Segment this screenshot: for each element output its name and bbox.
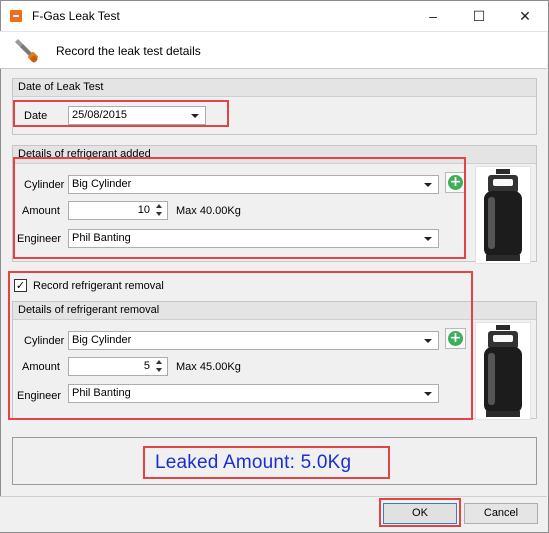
- chevron-down-icon[interactable]: [424, 339, 432, 343]
- spinner-arrows-icon[interactable]: [155, 359, 165, 374]
- added-amount-label: Amount: [22, 205, 60, 217]
- chevron-down-icon[interactable]: [424, 392, 432, 396]
- removal-amount-spinner[interactable]: 5: [68, 357, 168, 376]
- removal-amount-value: 5: [143, 360, 150, 372]
- date-picker[interactable]: 25/08/2015: [68, 106, 206, 125]
- added-cylinder-label: Cylinder: [24, 179, 65, 191]
- added-amount-spinner[interactable]: 10: [68, 201, 168, 220]
- removal-engineer-value: Phil Banting: [72, 387, 131, 399]
- maximize-button[interactable]: ☐: [456, 1, 502, 31]
- title-bar[interactable]: F-Gas Leak Test – ☐ ✕: [1, 1, 548, 31]
- chevron-down-icon[interactable]: [424, 237, 432, 241]
- gas-cylinder-icon: [475, 166, 531, 264]
- record-removal-label[interactable]: Record refrigerant removal: [33, 280, 164, 292]
- close-button[interactable]: ✕: [502, 1, 548, 31]
- app-icon: [10, 10, 22, 22]
- minimize-button[interactable]: –: [410, 1, 456, 31]
- ok-button[interactable]: OK: [383, 503, 457, 524]
- added-group-title: Details of refrigerant added: [13, 146, 536, 164]
- wrench-icon: [15, 39, 38, 63]
- header-text: Record the leak test details: [56, 44, 201, 58]
- plus-circle-icon: +: [448, 174, 463, 190]
- removal-amount-label: Amount: [22, 361, 60, 373]
- gas-cylinder-icon: [475, 322, 531, 420]
- date-label: Date: [24, 110, 48, 122]
- removal-max-text: Max 45.00Kg: [176, 361, 241, 373]
- cancel-button[interactable]: Cancel: [464, 503, 538, 524]
- removal-cylinder-select[interactable]: Big Cylinder: [68, 331, 439, 350]
- added-engineer-label: Engineer: [17, 233, 62, 245]
- leaked-amount-text: Leaked Amount: 5.0Kg: [155, 452, 352, 473]
- removal-group-title: Details of refrigerant removal: [13, 302, 536, 320]
- add-removal-cylinder-button[interactable]: +: [445, 328, 466, 349]
- plus-circle-icon: +: [448, 330, 463, 346]
- removal-engineer-select[interactable]: Phil Banting: [68, 384, 439, 403]
- date-group-title: Date of Leak Test: [13, 79, 536, 97]
- date-value: 25/08/2015: [72, 109, 128, 121]
- spinner-arrows-icon[interactable]: [155, 203, 165, 218]
- added-engineer-value: Phil Banting: [72, 232, 131, 244]
- removal-engineer-label: Engineer: [17, 390, 62, 402]
- chevron-down-icon[interactable]: [191, 114, 199, 118]
- added-engineer-select[interactable]: Phil Banting: [68, 229, 439, 248]
- added-cylinder-select[interactable]: Big Cylinder: [68, 175, 439, 194]
- window-title: F-Gas Leak Test: [32, 9, 120, 23]
- record-removal-checkbox[interactable]: ✓: [14, 279, 27, 292]
- add-cylinder-button[interactable]: +: [445, 172, 466, 193]
- added-max-text: Max 40.00Kg: [176, 205, 241, 217]
- chevron-down-icon[interactable]: [424, 183, 432, 187]
- removal-cylinder-value: Big Cylinder: [72, 334, 132, 346]
- added-amount-value: 10: [137, 204, 150, 216]
- removal-cylinder-label: Cylinder: [24, 335, 65, 347]
- added-cylinder-value: Big Cylinder: [72, 178, 132, 190]
